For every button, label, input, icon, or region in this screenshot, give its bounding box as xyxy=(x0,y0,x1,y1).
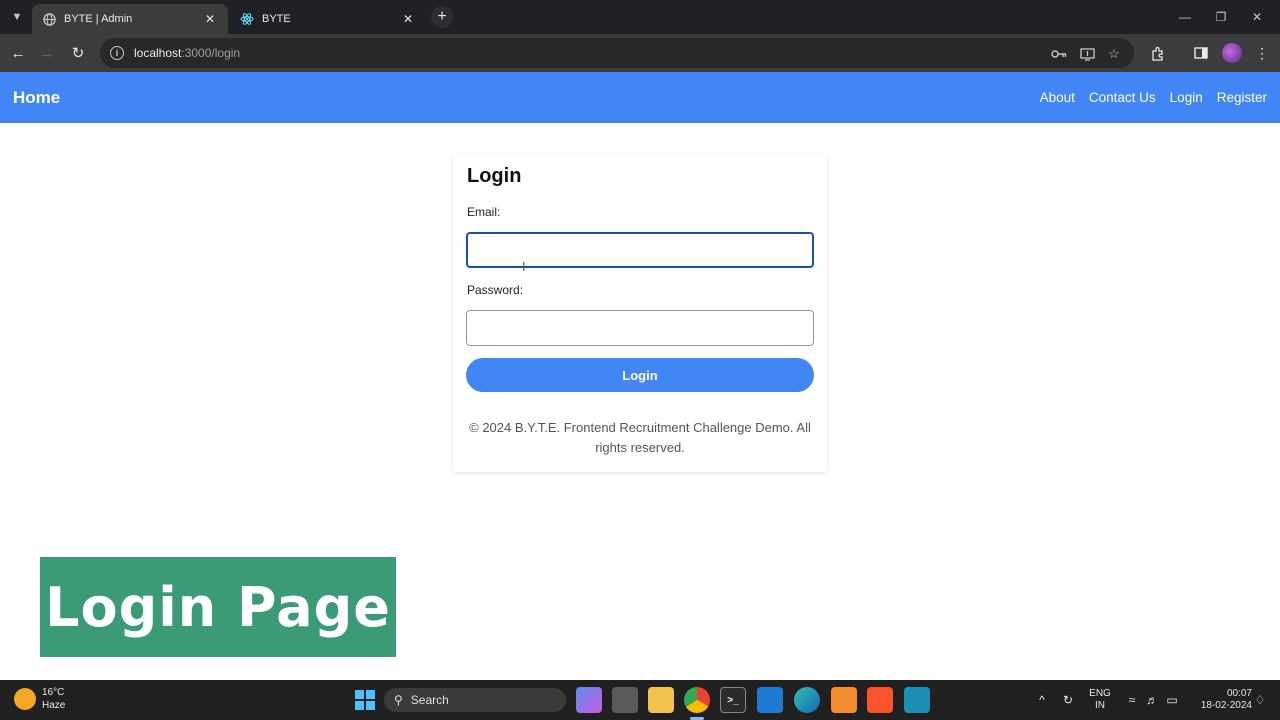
profile-avatar[interactable] xyxy=(1222,43,1242,63)
forward-arrow-icon[interactable]: → xyxy=(35,41,59,65)
nav-link-contact-us[interactable]: Contact Us xyxy=(1089,90,1156,105)
close-window-icon[interactable]: ✕ xyxy=(1239,4,1275,30)
nav-link-register[interactable]: Register xyxy=(1217,90,1267,105)
site-info-icon[interactable]: i xyxy=(110,46,124,60)
tab-title: BYTE | Admin xyxy=(64,13,133,25)
app-navbar: Home About Contact Us Login Register xyxy=(0,72,1280,123)
clock[interactable]: 00:07 18-02-2024 xyxy=(1188,688,1252,712)
clock-time: 00:07 xyxy=(1226,688,1252,699)
task-view-icon[interactable] xyxy=(612,687,638,713)
windows-taskbar: 16°C Haze ⚲ Search >_ ^ ↻ ENG IN ≈ ♬ ▭ 0… xyxy=(0,680,1280,720)
language-indicator[interactable]: ENG IN xyxy=(1088,688,1112,712)
battery-icon[interactable]: ▭ xyxy=(1164,692,1180,708)
back-arrow-icon[interactable]: ← xyxy=(6,41,30,65)
password-key-icon[interactable] xyxy=(1050,45,1068,63)
weather-haze-icon xyxy=(14,688,36,710)
close-tab-icon[interactable]: ✕ xyxy=(400,11,416,27)
clock-date: 18-02-2024 xyxy=(1200,700,1252,711)
bookmark-star-icon[interactable]: ☆ xyxy=(1105,45,1123,63)
notification-bell-icon[interactable]: ♢ xyxy=(1252,692,1268,708)
tab-byte-admin[interactable]: BYTE | Admin ✕ xyxy=(32,4,228,34)
minimize-icon[interactable]: — xyxy=(1167,4,1203,30)
weather-widget[interactable]: 16°C Haze xyxy=(14,686,65,712)
chevron-up-icon[interactable]: ^ xyxy=(1034,692,1050,708)
vscode-icon[interactable] xyxy=(757,687,783,713)
caption-text: Login Page xyxy=(45,575,391,639)
install-app-icon[interactable] xyxy=(1078,45,1096,63)
region-code: IN xyxy=(1095,700,1105,711)
email-label: Email: xyxy=(467,205,501,219)
password-field[interactable] xyxy=(466,310,814,346)
new-tab-plus-icon[interactable]: + xyxy=(431,6,453,28)
copyright-footer: © 2024 B.Y.T.E. Frontend Recruitment Cha… xyxy=(469,420,811,455)
login-card: Login Email: Password: Login © 2024 B.Y.… xyxy=(453,155,827,472)
taskbar-search[interactable]: ⚲ Search xyxy=(384,688,566,712)
login-title: Login xyxy=(467,165,522,187)
terminal-icon[interactable]: >_ xyxy=(720,687,746,713)
restore-icon[interactable]: ❐ xyxy=(1203,4,1239,30)
address-bar[interactable]: i localhost:3000/login ☆ xyxy=(100,38,1134,68)
close-tab-icon[interactable]: ✕ xyxy=(202,11,218,27)
search-label: Search xyxy=(410,693,449,707)
remote-desktop-icon[interactable] xyxy=(904,687,930,713)
file-explorer-icon[interactable] xyxy=(648,687,674,713)
side-panel-icon[interactable] xyxy=(1191,43,1211,63)
copilot-icon[interactable] xyxy=(576,687,602,713)
password-label: Password: xyxy=(467,283,524,297)
text-cursor-icon: I xyxy=(522,260,526,274)
nav-links: About Contact Us Login Register xyxy=(1040,90,1267,105)
tab-title: BYTE xyxy=(262,13,291,25)
home-link[interactable]: Home xyxy=(13,88,60,108)
browser-toolbar: ← → ↻ i localhost:3000/login ☆ ⋮ xyxy=(0,34,1280,72)
xampp-icon[interactable] xyxy=(831,687,857,713)
edge-icon[interactable] xyxy=(794,687,820,713)
url-path: :3000/login xyxy=(181,46,241,60)
windows-start-icon[interactable] xyxy=(352,687,378,713)
more-menu-icon[interactable]: ⋮ xyxy=(1252,43,1272,63)
language-code: ENG xyxy=(1089,688,1111,699)
url-host: localhost xyxy=(134,46,182,60)
reload-icon[interactable]: ↻ xyxy=(66,41,90,65)
wifi-icon[interactable]: ≈ xyxy=(1124,692,1140,708)
caption-banner: Login Page xyxy=(40,557,396,657)
login-button[interactable]: Login xyxy=(466,358,814,392)
brave-icon[interactable] xyxy=(867,687,893,713)
globe-icon xyxy=(42,12,56,26)
volume-icon[interactable]: ♬ xyxy=(1144,692,1160,708)
tab-byte[interactable]: BYTE ✕ xyxy=(230,4,426,34)
chrome-icon[interactable] xyxy=(684,687,710,713)
nav-link-login[interactable]: Login xyxy=(1170,90,1203,105)
weather-condition: Haze xyxy=(42,700,66,711)
nav-link-about[interactable]: About xyxy=(1040,90,1075,105)
tab-search-chevron-icon[interactable]: ▼ xyxy=(6,6,28,28)
extensions-puzzle-icon[interactable] xyxy=(1148,43,1168,63)
temperature: 16°C xyxy=(42,687,65,698)
react-icon xyxy=(240,12,254,26)
search-icon: ⚲ xyxy=(394,693,403,707)
email-field[interactable] xyxy=(466,232,814,268)
browser-tab-strip: ▼ BYTE | Admin ✕ BYTE ✕ + — ❐ ✕ xyxy=(0,0,1280,34)
sync-icon[interactable]: ↻ xyxy=(1060,692,1076,708)
